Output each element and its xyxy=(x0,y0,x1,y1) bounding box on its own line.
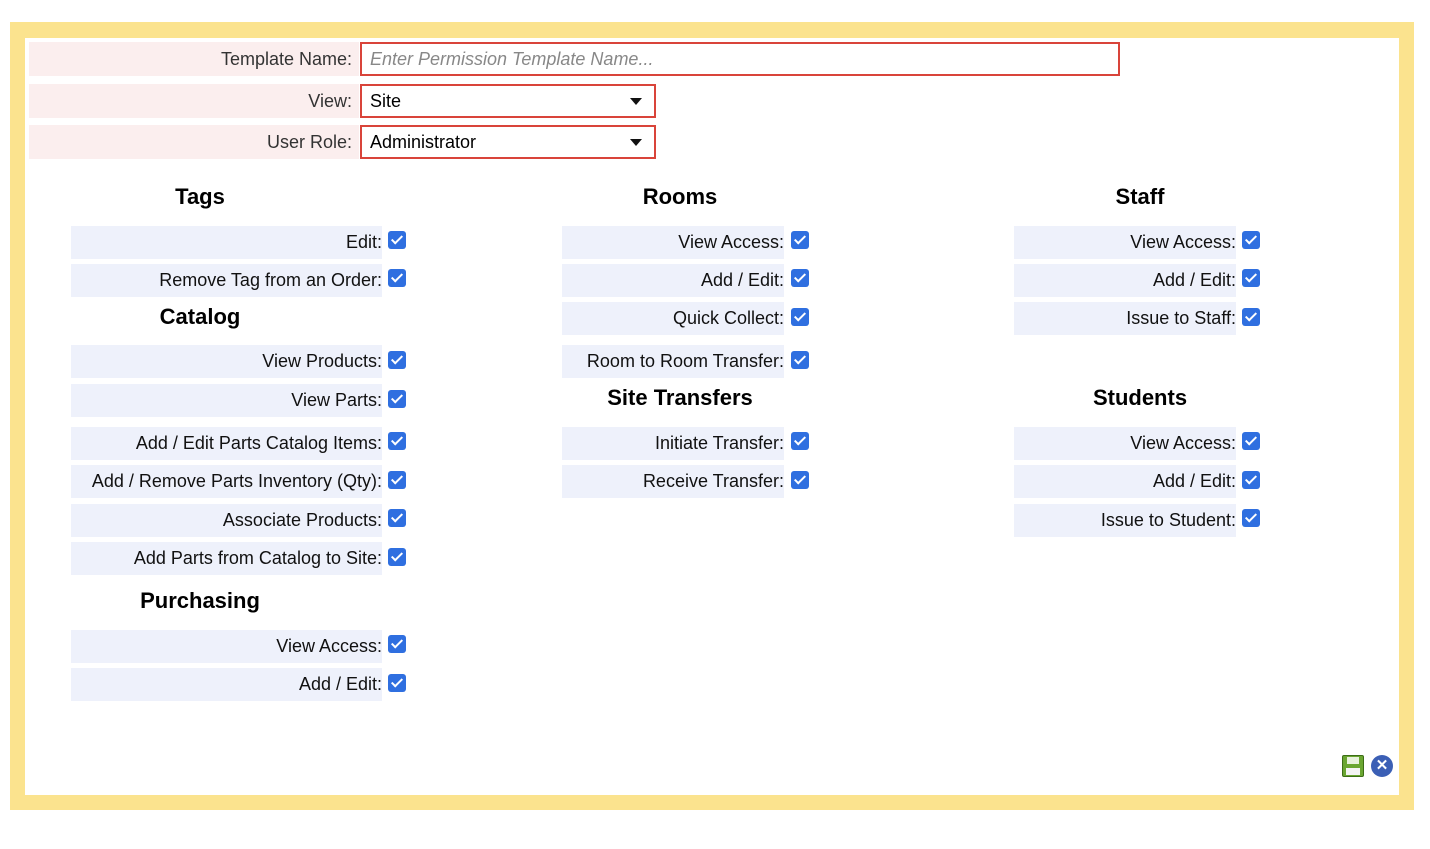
perm-row: Issue to Student: xyxy=(1014,504,1236,537)
perm-row: Edit: xyxy=(71,226,382,259)
section-title-catalog: Catalog xyxy=(159,304,241,329)
perm-label: Initiate Transfer: xyxy=(654,433,784,453)
perm-row: View Parts: xyxy=(71,384,382,417)
perm-label: Quick Collect: xyxy=(672,308,784,328)
template-name-input[interactable] xyxy=(360,42,1120,76)
template-name-row: Template Name: xyxy=(29,42,359,76)
section-title-site-transfers: Site Transfers xyxy=(607,385,753,410)
perm-label: View Access: xyxy=(1130,433,1236,453)
view-select[interactable]: Site xyxy=(360,84,656,118)
chevron-down-icon xyxy=(630,138,642,146)
perm-row: View Access: xyxy=(562,226,784,259)
perm-label: View Products: xyxy=(262,351,382,371)
perm-checkbox[interactable] xyxy=(1242,471,1260,489)
perm-checkbox[interactable] xyxy=(791,351,809,369)
perm-checkbox[interactable] xyxy=(791,231,809,249)
perm-label: Add / Edit: xyxy=(1152,270,1236,290)
perm-row: Add / Remove Parts Inventory (Qty): xyxy=(71,465,382,498)
perm-row: Receive Transfer: xyxy=(562,465,784,498)
perm-row: Initiate Transfer: xyxy=(562,427,784,460)
perm-checkbox[interactable] xyxy=(388,674,406,692)
perm-row: View Access: xyxy=(1014,226,1236,259)
perm-checkbox[interactable] xyxy=(388,509,406,527)
perm-label: View Parts: xyxy=(291,390,382,410)
perm-checkbox[interactable] xyxy=(1242,269,1260,287)
perm-checkbox[interactable] xyxy=(388,390,406,408)
perm-checkbox[interactable] xyxy=(388,231,406,249)
perm-label: Add / Edit: xyxy=(1152,471,1236,491)
view-label: View: xyxy=(308,91,352,111)
perm-checkbox[interactable] xyxy=(388,548,406,566)
user-role-select-value: Administrator xyxy=(370,131,477,152)
perm-row: Add / Edit: xyxy=(1014,264,1236,297)
section-title-purchasing: Purchasing xyxy=(140,588,260,613)
perm-checkbox[interactable] xyxy=(1242,308,1260,326)
perm-checkbox[interactable] xyxy=(1242,231,1260,249)
view-select-value: Site xyxy=(370,90,402,111)
perm-checkbox[interactable] xyxy=(791,432,809,450)
perm-label: Edit: xyxy=(345,232,382,252)
user-role-select[interactable]: Administrator xyxy=(360,125,656,159)
perm-row: View Products: xyxy=(71,345,382,378)
perm-label: View Access: xyxy=(1130,232,1236,252)
perm-checkbox[interactable] xyxy=(791,308,809,326)
perm-checkbox[interactable] xyxy=(791,269,809,287)
perm-row: View Access: xyxy=(1014,427,1236,460)
perm-checkbox[interactable] xyxy=(388,269,406,287)
perm-label: Add / Edit Parts Catalog Items: xyxy=(135,433,382,453)
perm-label: Remove Tag from an Order: xyxy=(159,270,382,290)
perm-row: Associate Products: xyxy=(71,504,382,537)
perm-label: View Access: xyxy=(678,232,784,252)
perm-checkbox[interactable] xyxy=(1242,509,1260,527)
perm-label: Receive Transfer: xyxy=(642,471,784,491)
perm-checkbox[interactable] xyxy=(388,471,406,489)
view-row: View: xyxy=(29,84,359,118)
user-role-row: User Role: xyxy=(29,125,359,159)
section-title-students: Students xyxy=(1092,385,1188,410)
section-title-rooms: Rooms xyxy=(642,184,718,209)
perm-label: Issue to Student: xyxy=(1100,510,1236,530)
perm-row: Room to Room Transfer: xyxy=(562,345,784,378)
perm-checkbox[interactable] xyxy=(791,471,809,489)
perm-label: Add Parts from Catalog to Site: xyxy=(133,548,382,568)
perm-label: View Access: xyxy=(276,636,382,656)
perm-row: Quick Collect: xyxy=(562,302,784,335)
perm-checkbox[interactable] xyxy=(388,635,406,653)
perm-label: Associate Products: xyxy=(222,510,382,530)
perm-row: Add Parts from Catalog to Site: xyxy=(71,542,382,575)
template-name-label: Template Name: xyxy=(220,49,352,69)
close-circle-icon[interactable]: ✕ xyxy=(1371,755,1393,777)
perm-row: Issue to Staff: xyxy=(1014,302,1236,335)
section-title-tags: Tags xyxy=(175,184,225,209)
perm-label: Add / Remove Parts Inventory (Qty): xyxy=(91,471,382,491)
perm-row: View Access: xyxy=(71,630,382,663)
perm-label: Add / Edit: xyxy=(298,674,382,694)
perm-checkbox[interactable] xyxy=(1242,432,1260,450)
section-title-staff: Staff xyxy=(1115,184,1165,209)
perm-label: Room to Room Transfer: xyxy=(586,351,784,371)
user-role-label: User Role: xyxy=(266,132,352,152)
perm-row: Add / Edit: xyxy=(71,668,382,701)
chevron-down-icon xyxy=(630,97,642,105)
perm-checkbox[interactable] xyxy=(388,432,406,450)
perm-checkbox[interactable] xyxy=(388,351,406,369)
perm-row: Add / Edit: xyxy=(1014,465,1236,498)
save-disk-icon[interactable] xyxy=(1342,755,1364,777)
perm-row: Add / Edit Parts Catalog Items: xyxy=(71,427,382,460)
perm-row: Add / Edit: xyxy=(562,264,784,297)
perm-row: Remove Tag from an Order: xyxy=(71,264,382,297)
perm-label: Issue to Staff: xyxy=(1126,308,1236,328)
perm-label: Add / Edit: xyxy=(700,270,784,290)
